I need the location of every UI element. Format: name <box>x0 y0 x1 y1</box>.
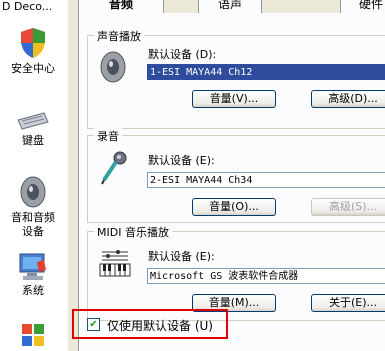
midi-group: MIDI 音乐播放 默认设备 (E): Microsoft GS 波表软件合成器… <box>87 224 385 321</box>
use-default-devices-checkbox[interactable]: ✔ <box>87 318 100 331</box>
use-default-devices-only-option: ✔ 仅使用默认设备 (U) <box>72 309 228 339</box>
checkbox-label: 仅使用默认设备 (U) <box>107 319 213 333</box>
button-label: 音量(O)... <box>209 200 259 213</box>
tab-hardware[interactable]: 硬件 <box>340 0 385 14</box>
default-device-label: 默认设备 (E): <box>148 250 215 263</box>
sidebar-item-label: D Deco... <box>2 0 53 13</box>
playback-group: 声音播放 默认设备 (D): 1-ESI MAYA44 Ch12 音量(V)..… <box>87 28 385 129</box>
group-title: 声音播放 <box>94 28 144 44</box>
recording-device-select[interactable]: 2-ESI MAYA44 Ch34 <box>147 172 385 188</box>
sidebar-item-windows[interactable] <box>0 322 66 350</box>
tab-strip: 音频 语声 硬件 <box>78 0 385 14</box>
default-device-label: 默认设备 (E): <box>148 154 215 167</box>
computer-icon <box>19 253 46 280</box>
check-icon: ✔ <box>89 319 98 330</box>
speaker-icon <box>20 176 46 208</box>
microphone-icon <box>101 151 127 185</box>
playback-advanced-button[interactable]: 高级(D)... <box>311 90 385 108</box>
tab-label: 硬件 <box>358 0 383 11</box>
select-value: 2-ESI MAYA44 Ch34 <box>150 175 253 186</box>
audio-tab-panel: 声音播放 默认设备 (D): 1-ESI MAYA44 Ch12 音量(V)..… <box>78 13 385 351</box>
sidebar-item-label: 音和音频 设备 <box>11 211 55 238</box>
tab-voice[interactable]: 语声 <box>198 0 262 14</box>
recording-group: 录音 默认设备 (E): 2-ESI MAYA44 Ch34 音量(O)... … <box>87 128 385 223</box>
sidebar-item-label: 安全中心 <box>11 62 55 75</box>
select-value: 1-ESI MAYA44 Ch12 <box>150 67 253 78</box>
midi-about-button[interactable]: 关于(E)... <box>311 294 385 312</box>
sidebar-item-system[interactable]: 系统 <box>0 252 66 298</box>
windows-logo-icon <box>22 324 44 346</box>
control-panel-sidebar: D Deco... 安全中心 键盘 音和音频 设备 系统 <box>0 0 68 351</box>
sidebar-item-label: 键盘 <box>22 134 44 147</box>
playback-device-select[interactable]: 1-ESI MAYA44 Ch12 <box>147 64 385 80</box>
tab-label: 音频 <box>108 0 133 11</box>
group-title: 录音 <box>94 128 122 144</box>
sidebar-item-sounds-audio[interactable]: 音和音频 设备 <box>0 175 66 239</box>
midi-keyboard-icon <box>99 250 131 277</box>
button-label: 关于(E)... <box>328 296 378 309</box>
recording-advanced-button[interactable]: 高级(S)... <box>311 198 385 216</box>
sidebar-item-label: 系统 <box>22 284 44 297</box>
shield-icon <box>21 28 45 58</box>
speaker-icon <box>100 51 126 83</box>
playback-volume-button[interactable]: 音量(V)... <box>192 90 276 108</box>
tab-audio[interactable]: 音频 <box>78 0 164 13</box>
recording-volume-button[interactable]: 音量(O)... <box>192 198 276 216</box>
keyboard-icon <box>17 112 49 130</box>
button-label: 音量(M)... <box>208 296 260 309</box>
sidebar-item-deco[interactable]: D Deco... <box>0 0 66 14</box>
default-device-label: 默认设备 (D): <box>148 48 217 61</box>
button-label: 音量(V)... <box>209 92 259 105</box>
sidebar-item-keyboard[interactable]: 键盘 <box>0 110 66 148</box>
button-label: 高级(D)... <box>328 92 378 105</box>
midi-device-select[interactable]: Microsoft GS 波表软件合成器 <box>147 268 385 284</box>
group-title: MIDI 音乐播放 <box>94 224 172 240</box>
sidebar-item-security-center[interactable]: 安全中心 <box>0 26 66 76</box>
button-label: 高级(S)... <box>328 200 378 213</box>
tab-label: 语声 <box>217 0 242 11</box>
select-value: Microsoft GS 波表软件合成器 <box>150 271 299 282</box>
